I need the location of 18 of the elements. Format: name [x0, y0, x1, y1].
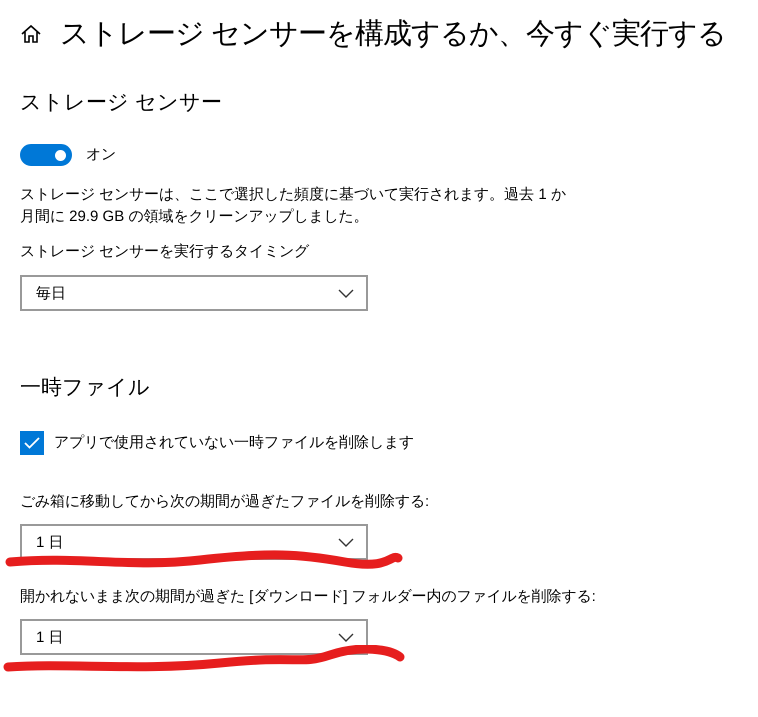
section-heading: ストレージ センサー [20, 90, 223, 116]
chevron-down-icon [338, 538, 354, 546]
dropdown[interactable]: 1 日 [20, 619, 368, 655]
checkbox-label: アプリで使用されていない一時ファイルを削除します [54, 433, 414, 453]
home-icon[interactable] [20, 24, 42, 44]
section-heading: 一時ファイル [20, 375, 151, 401]
field-label: 開かれないまま次の期間が過ぎた [ダウンロード] フォルダー内のファイルを削除する: [20, 587, 597, 607]
dropdown[interactable]: 毎日 [20, 275, 368, 311]
toggle-label: オン [86, 145, 116, 165]
checkmark-icon [24, 437, 40, 449]
toggle-switch[interactable] [20, 144, 72, 166]
page-title: ストレージ センサーを構成するか、今すぐ実行する [60, 17, 726, 52]
chevron-down-icon [338, 632, 354, 642]
checkbox[interactable] [20, 431, 44, 455]
field-label: ストレージ センサーを実行するタイミング [20, 242, 310, 262]
chevron-down-icon [338, 288, 354, 298]
field-label: ごみ箱に移動してから次の期間が過ぎたファイルを削除する: [20, 492, 430, 512]
description-text: ストレージ センサーは、ここで選択した頻度に基づいて実行されます。過去 1 か月間に 29.9 GB の領域をクリーンアップしました。 [20, 185, 567, 227]
